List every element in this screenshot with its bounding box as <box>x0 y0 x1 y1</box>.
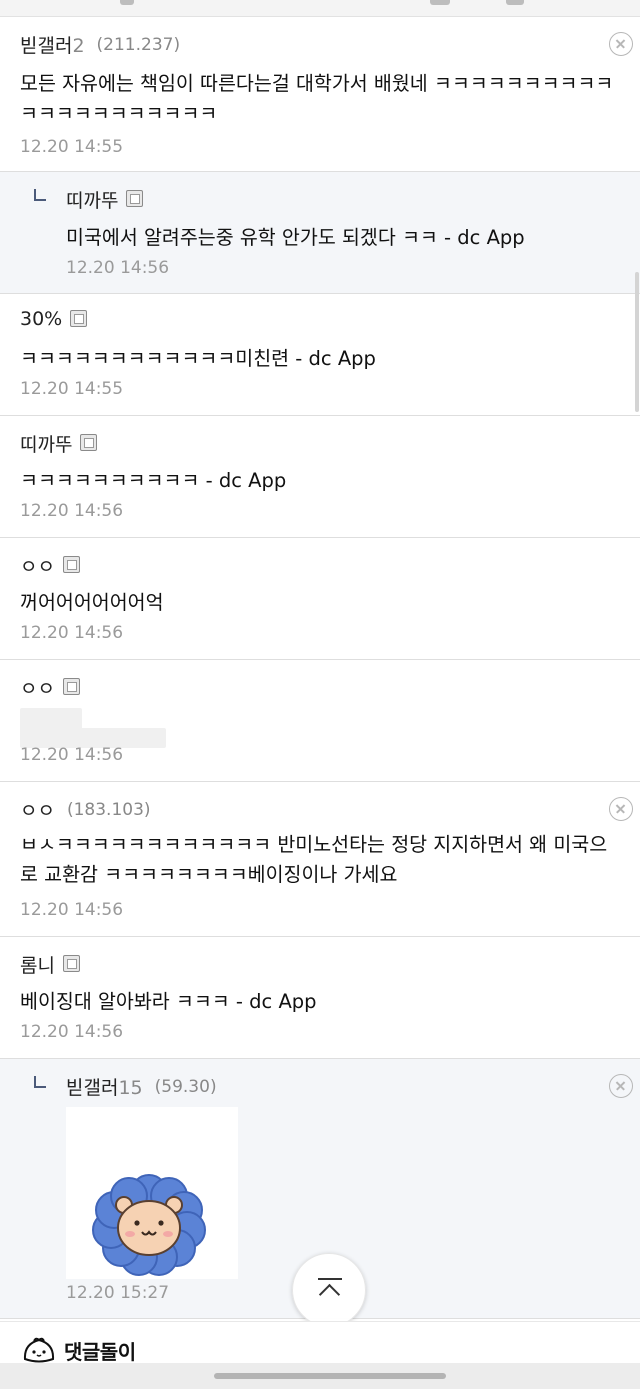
top-strip-mark <box>120 0 134 5</box>
comment-time: 12.20 14:56 <box>20 501 124 521</box>
comment-ip: (59.30) <box>154 1076 217 1097</box>
delete-comment-button[interactable] <box>609 32 633 56</box>
comment-header: ㅇㅇ (183.103) <box>20 796 151 823</box>
comment-header: ㅇㅇ <box>20 552 80 579</box>
comment-time: 12.20 14:56 <box>66 258 170 278</box>
scroll-to-top-icon <box>318 1278 342 1280</box>
delete-comment-button[interactable] <box>609 797 633 821</box>
home-indicator-bar[interactable] <box>214 1373 446 1379</box>
comment-author[interactable]: 띠까뚜 <box>20 430 72 457</box>
home-indicator <box>0 1363 640 1389</box>
comment-list: 빋갤러2 (211.237) 모든 자유에는 책임이 따른다는걸 대학가서 배웠… <box>0 17 640 1319</box>
comment-item: 30% ㅋㅋㅋㅋㅋㅋㅋㅋㅋㅋㅋㅋ미친련 - dc App 12.20 14:55 <box>0 294 640 416</box>
fixed-nick-badge-icon <box>62 678 80 695</box>
comment-text: ㅋㅋㅋㅋㅋㅋㅋㅋㅋㅋ - dc App <box>20 469 287 492</box>
comment-header: 30% <box>20 308 88 330</box>
comment-time: 12.20 15:27 <box>66 1283 170 1303</box>
comment-ip: (211.237) <box>96 34 181 55</box>
comment-text: 미국에서 알려주는중 유학 안가도 되겠다 ㅋㅋ - dc App <box>66 226 525 249</box>
comment-item: ㅇㅇ 꺼어어어어어어억 12.20 14:56 <box>0 538 640 660</box>
comment-header: ㅇㅇ <box>20 674 80 701</box>
comment-item: 띠까뚜 ㅋㅋㅋㅋㅋㅋㅋㅋㅋㅋ - dc App 12.20 14:56 <box>0 416 640 538</box>
comment-time: 12.20 14:56 <box>20 900 124 920</box>
reply-item: 띠까뚜 미국에서 알려주는중 유학 안가도 되겠다 ㅋㅋ - dc App 12… <box>0 172 640 294</box>
comment-text: ㅂㅅㅋㅋㅋㅋㅋㅋㅋㅋㅋㅋㅋㅋ 반미노선타는 정당 지지하면서 왜 미국으로 교환… <box>20 833 608 886</box>
blurred-comment-text <box>20 708 170 748</box>
comment-time: 12.20 14:56 <box>20 623 124 643</box>
comment-time: 12.20 14:55 <box>20 379 124 399</box>
fixed-nick-badge-icon <box>62 955 80 972</box>
delete-comment-button[interactable] <box>609 1074 633 1098</box>
comment-author[interactable]: 빋갤러15 <box>66 1073 143 1100</box>
reply-arrow-icon <box>34 189 46 201</box>
comment-text: 베이징대 알아봐라 ㅋㅋㅋ - dc App <box>20 990 317 1013</box>
comment-time: 12.20 14:56 <box>20 745 124 765</box>
fixed-nick-badge-icon <box>70 309 88 327</box>
comment-author[interactable]: 30% <box>20 308 62 330</box>
comment-text: 모든 자유에는 책임이 따른다는걸 대학가서 배웠네 ㅋㅋㅋㅋㅋㅋㅋㅋㅋㅋㅋㅋㅋ… <box>20 72 614 125</box>
chevron-up-icon <box>318 1283 341 1306</box>
dumpling-mascot-icon <box>23 1337 55 1363</box>
top-strip-mark <box>430 0 450 5</box>
comment-header: 띠까뚜 <box>20 430 98 457</box>
comment-bot-button[interactable]: 댓글돌이 <box>22 1335 136 1365</box>
comment-time: 12.20 14:55 <box>20 137 124 157</box>
dccon-sticker[interactable] <box>66 1107 238 1279</box>
comment-author[interactable]: 빋갤러2 <box>20 31 85 58</box>
fixed-nick-badge-icon <box>80 434 98 451</box>
scrollbar[interactable] <box>635 272 639 412</box>
comment-item: 롬니 베이징대 알아봐라 ㅋㅋㅋ - dc App 12.20 14:56 <box>0 937 640 1059</box>
comment-header: 빋갤러15 (59.30) <box>66 1073 217 1100</box>
top-strip <box>0 0 640 17</box>
comment-author[interactable]: ㅇㅇ <box>20 674 55 701</box>
comment-author[interactable]: 롬니 <box>20 951 55 978</box>
scroll-to-top-button[interactable] <box>292 1253 366 1327</box>
comment-header: 띠까뚜 <box>66 186 144 213</box>
reply-arrow-icon <box>34 1076 46 1088</box>
comment-item: ㅇㅇ (183.103) ㅂㅅㅋㅋㅋㅋㅋㅋㅋㅋㅋㅋㅋㅋ 반미노선타는 정당 지지… <box>0 782 640 937</box>
comment-author[interactable]: ㅇㅇ <box>20 552 55 579</box>
comment-header: 빋갤러2 (211.237) <box>20 31 180 58</box>
comment-text: ㅋㅋㅋㅋㅋㅋㅋㅋㅋㅋㅋㅋ미친련 - dc App <box>20 347 376 370</box>
flower-bear-sticker-icon <box>92 1174 206 1276</box>
comment-item: ㅇㅇ 12.20 14:56 <box>0 660 640 782</box>
comment-author[interactable]: 띠까뚜 <box>66 186 118 213</box>
fixed-nick-badge-icon <box>126 190 144 207</box>
comment-header: 롬니 <box>20 951 80 978</box>
comment-text: 꺼어어어어어어억 <box>20 591 164 614</box>
top-strip-mark <box>506 0 524 5</box>
comment-time: 12.20 14:56 <box>20 1022 124 1042</box>
comment-ip: (183.103) <box>66 799 151 820</box>
comment-author[interactable]: ㅇㅇ <box>20 796 55 823</box>
brand-label: 댓글돌이 <box>64 1339 136 1364</box>
fixed-nick-badge-icon <box>62 556 80 573</box>
comment-item: 빋갤러2 (211.237) 모든 자유에는 책임이 따른다는걸 대학가서 배웠… <box>0 17 640 172</box>
